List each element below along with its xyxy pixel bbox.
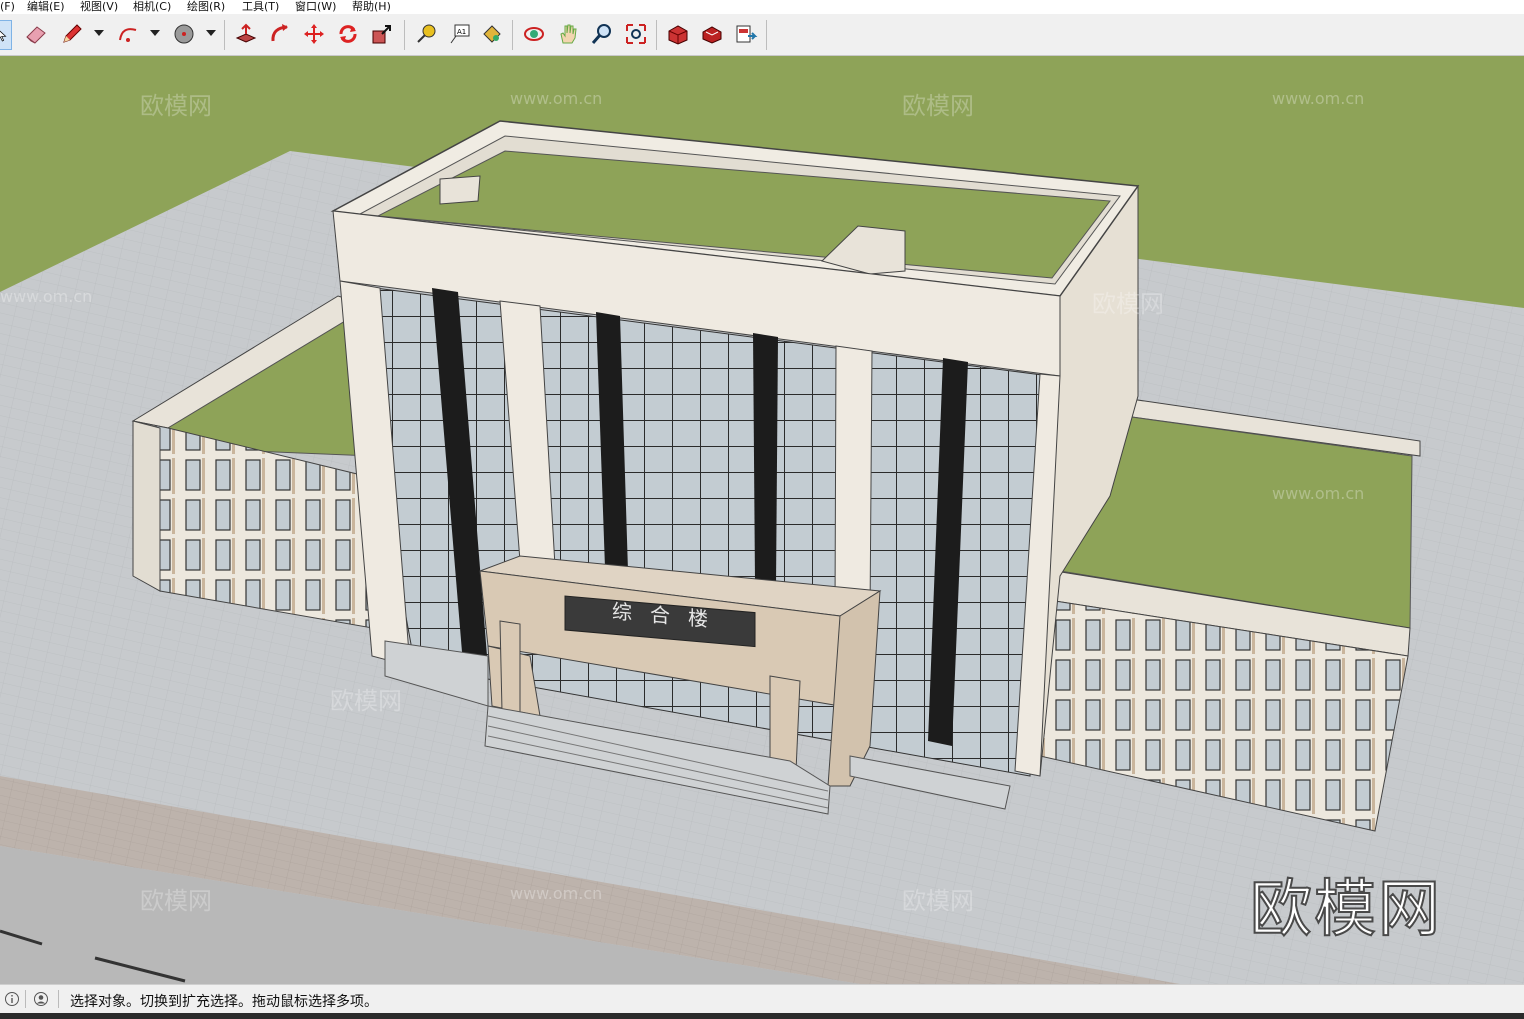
watermark-url: www.om.cn [510, 89, 603, 108]
menu-help[interactable]: 帮助(H) [352, 0, 391, 13]
watermark-url: www.om.cn [1272, 484, 1365, 503]
building-model [0, 56, 1524, 984]
chevron-down-icon[interactable] [150, 30, 160, 36]
menu-camera[interactable]: 相机(C) [133, 0, 171, 13]
menu-tools[interactable]: 工具(T) [242, 0, 279, 13]
brand-watermark: 欧模网 [1249, 871, 1443, 946]
watermark-url: www.om.cn [510, 884, 603, 903]
menu-view[interactable]: 视图(V) [80, 0, 118, 13]
paint-bucket-icon[interactable] [478, 20, 506, 48]
menu-window[interactable]: 窗口(W) [295, 0, 336, 13]
push-pull-icon[interactable] [232, 20, 260, 48]
menu-bar: (F) 编辑(E) 视图(V) 相机(C) 绘图(R) 工具(T) 窗口(W) … [0, 0, 1524, 14]
menu-draw[interactable]: 绘图(R) [187, 0, 225, 13]
text-icon[interactable]: A1 [446, 20, 474, 48]
warehouse-icon[interactable] [664, 20, 692, 48]
watermark-text: 欧模网 [140, 92, 212, 120]
scale-icon[interactable] [368, 20, 396, 48]
follow-me-icon[interactable] [266, 20, 294, 48]
watermark-url: www.om.cn [0, 287, 93, 306]
rotate-icon[interactable] [334, 20, 362, 48]
watermark-text: 欧模网 [1092, 290, 1164, 318]
zoom-extents-icon[interactable] [622, 20, 650, 48]
pan-icon[interactable] [554, 20, 582, 48]
tape-measure-icon[interactable] [412, 20, 440, 48]
main-toolbar: A1 [0, 14, 1524, 56]
chevron-down-icon[interactable] [94, 30, 104, 36]
status-bar: 选择对象。切换到扩充选择。拖动鼠标选择多项。 [0, 984, 1524, 1014]
watermark-text: 欧模网 [330, 687, 402, 715]
eraser-icon[interactable] [22, 20, 50, 48]
status-message: 选择对象。切换到扩充选择。拖动鼠标选择多项。 [70, 994, 378, 1010]
chevron-down-icon[interactable] [206, 30, 216, 36]
model-viewport[interactable]: 综合楼 欧模网 www.om.cn 欧模网 www.om.cn www.om.c… [0, 56, 1524, 984]
bottom-edge [0, 1013, 1524, 1019]
menu-file[interactable]: (F) [0, 0, 15, 13]
watermark-text: 欧模网 [902, 92, 974, 120]
watermark-url: www.om.cn [1272, 89, 1365, 108]
send-layout-icon[interactable] [732, 20, 760, 48]
zoom-icon[interactable] [588, 20, 616, 48]
watermark-text: 欧模网 [140, 887, 212, 915]
orbit-icon[interactable] [520, 20, 548, 48]
circle-icon[interactable] [170, 20, 198, 48]
svg-text:A1: A1 [457, 28, 466, 36]
watermark-text: 欧模网 [902, 887, 974, 915]
pencil-icon[interactable] [58, 20, 86, 48]
user-icon[interactable] [33, 991, 49, 1007]
menu-edit[interactable]: 编辑(E) [27, 0, 65, 13]
extension-icon[interactable] [698, 20, 726, 48]
arc-icon[interactable] [114, 20, 142, 48]
move-icon[interactable] [300, 20, 328, 48]
info-icon[interactable] [4, 991, 20, 1007]
select-arrow-icon[interactable] [0, 20, 12, 50]
